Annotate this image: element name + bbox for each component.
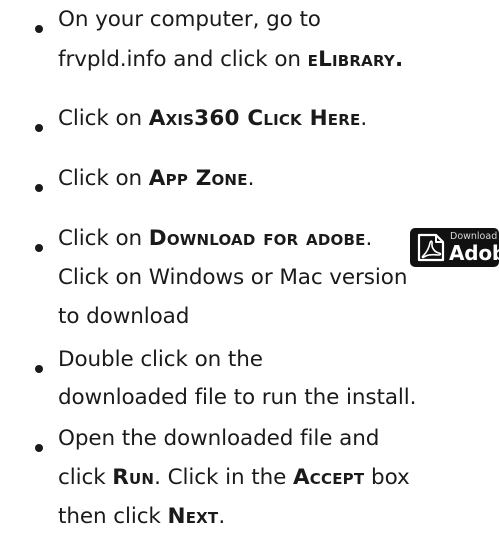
step-6-line-1: Open the downloaded file and: [58, 424, 379, 454]
step-1-line-2: frvpld.info and click on eLibrary.: [58, 45, 403, 75]
bullet: [35, 365, 43, 373]
text: .: [218, 504, 226, 529]
text: Click on: [58, 166, 149, 191]
text: On your computer, go to: [58, 7, 321, 32]
app-zone-term: App Zone: [148, 166, 248, 191]
step-3-line-1: Click on App Zone.: [58, 164, 254, 194]
bullet: [35, 124, 43, 132]
text: box: [364, 465, 410, 490]
text: frvpld.info and click on: [58, 47, 308, 72]
text: Open the downloaded file and: [58, 426, 380, 451]
step-4-line-2: Click on Windows or Mac version: [58, 263, 407, 293]
text: Click on: [58, 106, 149, 131]
run-term: Run: [112, 465, 155, 490]
text: Click on Windows or Mac version: [58, 265, 408, 290]
text: Double click on the: [58, 347, 263, 372]
accept-term: Accept: [292, 465, 365, 490]
download-for-adobe-badge[interactable]: Download for Adobe: [410, 228, 499, 267]
axis360-term: Axis360 Click Here: [148, 106, 361, 131]
step-4-line-1: Click on Download for adobe.: [58, 224, 372, 254]
bullet: [35, 444, 43, 452]
text: to download: [58, 304, 190, 329]
step-4-line-3: to download: [58, 302, 189, 332]
step-1-line-1: On your computer, go to: [58, 5, 321, 35]
text: .: [360, 106, 368, 131]
step-5-line-2: downloaded file to run the install.: [58, 383, 417, 413]
step-2-line-1: Click on Axis360 Click Here.: [58, 104, 367, 134]
text: click: [58, 465, 113, 490]
text: .: [247, 166, 255, 191]
bullet: [35, 184, 43, 192]
bullet: [35, 244, 43, 252]
text: then click: [58, 504, 168, 529]
bullet: [35, 25, 43, 33]
badge-big-text: Adobe: [449, 241, 499, 265]
next-term: Next: [167, 504, 219, 529]
step-5-line-1: Double click on the: [58, 345, 263, 375]
text: Click on: [58, 226, 149, 251]
step-6-line-2: click Run. Click in the Accept box: [58, 463, 410, 493]
step-6-line-3: then click Next.: [58, 502, 225, 532]
elibrary-term: eLibrary.: [307, 47, 404, 72]
pdf-document-icon: [417, 233, 445, 262]
text: downloaded file to run the install.: [58, 385, 417, 410]
text: .: [365, 226, 373, 251]
text: . Click in the: [154, 465, 293, 490]
download-adobe-term: Download for adobe: [148, 226, 366, 251]
